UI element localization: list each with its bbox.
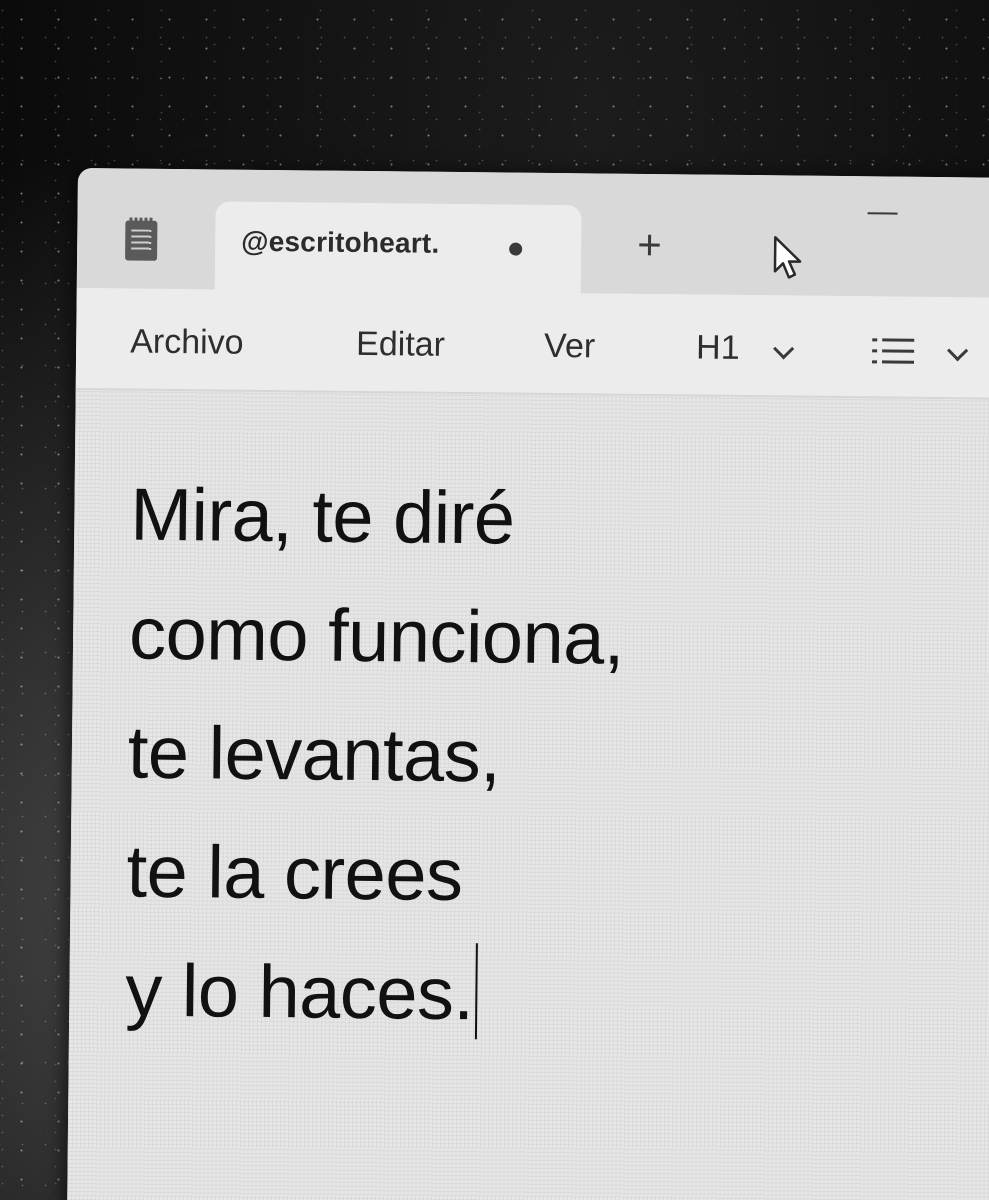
menu-bar: Archivo Editar Ver H1 <box>75 287 989 400</box>
title-bar: @escritoheart. + <box>76 168 989 306</box>
text-line: como funciona, <box>128 591 625 680</box>
notepad-window: @escritoheart. + Archivo Editar Ver H1 M… <box>66 168 989 1200</box>
chevron-down-icon <box>773 338 795 360</box>
mouse-pointer-icon <box>773 236 802 279</box>
menu-ver[interactable]: Ver <box>544 327 595 366</box>
unsaved-dot-icon[interactable] <box>509 242 523 256</box>
document-text: Mira, te diré como funciona, te levantas… <box>125 455 626 1055</box>
text-caret <box>475 943 479 1040</box>
tab-title: @escritoheart. <box>241 225 440 259</box>
bulleted-list-icon <box>871 338 916 364</box>
text-line: y lo haces. <box>124 948 475 1036</box>
text-line: te la crees <box>126 829 463 917</box>
chevron-down-icon <box>947 340 969 362</box>
notepad-icon <box>125 220 158 261</box>
menu-archivo[interactable]: Archivo <box>130 323 244 362</box>
menu-editar[interactable]: Editar <box>356 325 445 364</box>
text-line: te levantas, <box>127 710 501 798</box>
heading-value: H1 <box>695 328 740 367</box>
text-line: Mira, te diré <box>129 472 515 560</box>
new-tab-button[interactable]: + <box>637 221 662 268</box>
minimize-button[interactable] <box>867 212 898 215</box>
text-editor[interactable]: Mira, te diré como funciona, te levantas… <box>66 389 989 1200</box>
